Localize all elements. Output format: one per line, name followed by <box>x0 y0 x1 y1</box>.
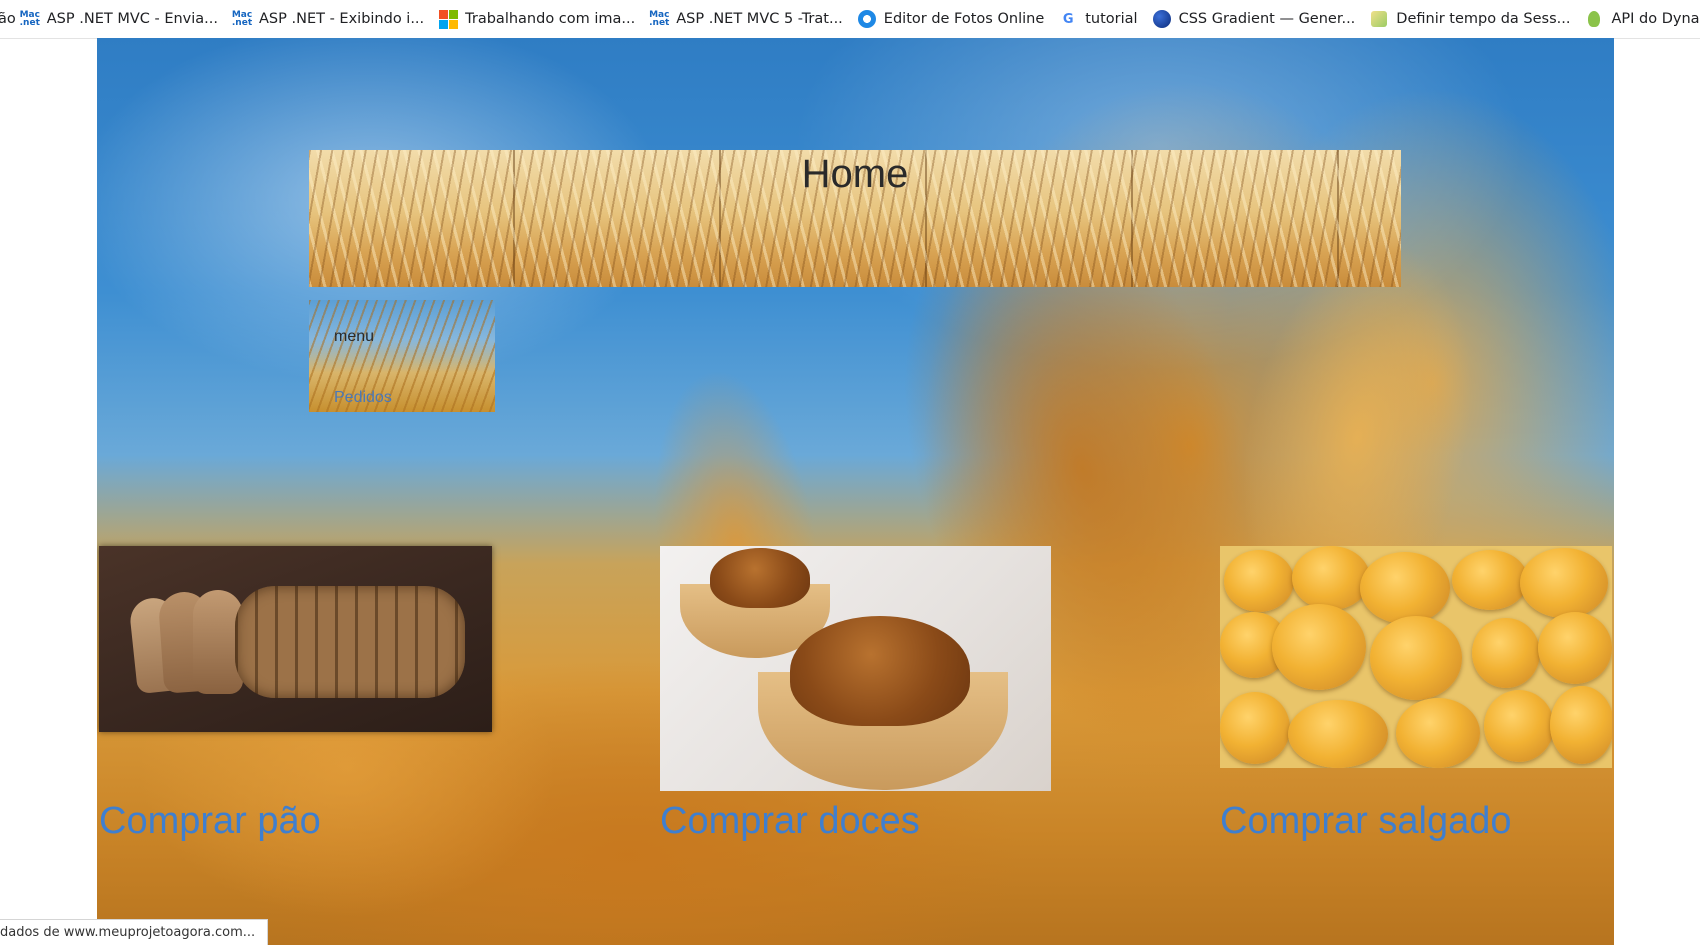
bookmark-label: tutorial <box>1085 11 1138 27</box>
bookmark-definir-sessao[interactable]: Definir tempo da Sess... <box>1369 9 1570 29</box>
header-banner: Home <box>309 150 1401 287</box>
microsoft-icon <box>438 9 458 29</box>
bookmark-dynadot[interactable]: API do Dynadot <box>1584 9 1700 29</box>
dotnet-icon: Mac .net <box>231 10 253 28</box>
session-icon <box>1369 9 1389 29</box>
bookmark-css-gradient[interactable]: CSS Gradient — Gener... <box>1152 9 1356 29</box>
savory-photo[interactable] <box>1220 546 1612 768</box>
dotnet-icon: Mac .net <box>19 10 40 28</box>
status-bar: dados de www.meuprojetoagora.com... <box>0 919 269 945</box>
bookmark-label: Definir tempo da Sess... <box>1396 11 1571 27</box>
bookmark-label: Trabalhando com ima... <box>465 11 636 27</box>
buy-bread-link[interactable]: Comprar pão <box>99 800 321 843</box>
page-title: Home <box>801 152 909 196</box>
dynadot-icon <box>1584 9 1604 29</box>
bookmark-label: ASP .NET MVC - Envia... <box>46 11 219 27</box>
bookmark-fragment[interactable]: ão <box>0 11 20 27</box>
bookmark-trabalhando[interactable]: Trabalhando com ima... <box>438 9 635 29</box>
bookmark-asp-mvc-envia[interactable]: Mac .net ASP .NET MVC - Envia... <box>20 9 218 29</box>
google-translate-icon: G <box>1062 11 1074 27</box>
css-gradient-icon <box>1152 9 1172 29</box>
menu-title: menu <box>334 328 375 345</box>
bookmark-tutorial[interactable]: G tutorial <box>1058 9 1138 29</box>
sweets-photo[interactable] <box>660 546 1051 791</box>
status-text: dados de www.meuprojetoagora.com... <box>0 925 256 940</box>
bookmark-label: Editor de Fotos Online <box>883 11 1045 27</box>
photo-editor-icon <box>857 9 877 29</box>
product-savory: Comprar salgado <box>1220 546 1614 876</box>
product-bread: Comprar pão <box>99 546 499 876</box>
buy-sweets-link[interactable]: Comprar doces <box>660 800 920 843</box>
bookmark-asp-mvc5[interactable]: Mac .net ASP .NET MVC 5 -Trat... <box>649 9 843 29</box>
page-background: Home menu Pedidos Comprar pão Comprar do… <box>97 38 1614 945</box>
bookmarks-bar: ão Mac.net ASP .NET MVC - Envia... Mac.n… <box>0 0 1700 39</box>
bookmark-label: ASP .NET - Exibindo i... <box>259 11 425 27</box>
bookmark-editor-fotos[interactable]: Editor de Fotos Online <box>857 9 1044 29</box>
bookmark-label: API do Dynadot <box>1611 11 1700 27</box>
bookmark-asp-exibindo[interactable]: Mac .net ASP .NET - Exibindo i... <box>232 9 424 29</box>
menu-link-pedidos[interactable]: Pedidos <box>334 389 392 407</box>
buy-savory-link[interactable]: Comprar salgado <box>1220 800 1511 843</box>
bread-photo[interactable] <box>99 546 492 732</box>
product-sweets: Comprar doces <box>660 546 1080 876</box>
menu-panel: menu Pedidos <box>309 300 495 412</box>
bookmark-label: ASP .NET MVC 5 -Trat... <box>676 11 843 27</box>
dotnet-icon: Mac .net <box>649 10 670 28</box>
bookmark-label: CSS Gradient — Gener... <box>1178 11 1356 27</box>
